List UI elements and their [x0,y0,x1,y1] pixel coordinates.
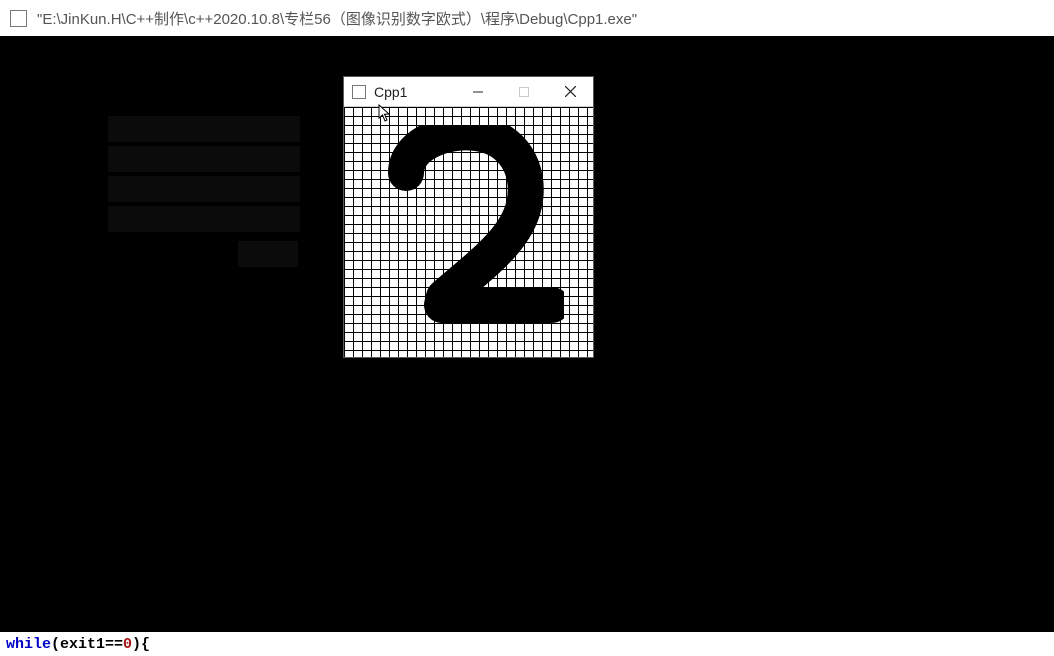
graphics-app-icon [352,85,366,99]
code-fragment: (exit1== [51,636,123,653]
console-client-area: Cpp1 [0,36,1054,632]
source-code-line: while(exit1==0){ [0,632,1054,656]
code-fragment: ){ [132,636,150,653]
code-keyword: while [6,636,51,653]
code-number: 0 [123,636,132,653]
close-button[interactable] [547,77,593,106]
graphics-window-title: Cpp1 [374,84,407,100]
console-app-icon [10,10,27,27]
graphics-window-titlebar[interactable]: Cpp1 [344,77,593,107]
graphics-window[interactable]: Cpp1 [343,76,594,358]
console-trace [108,206,300,232]
console-trace [108,116,300,142]
maximize-button[interactable] [501,77,547,106]
drawing-canvas[interactable] [344,107,593,357]
console-window-title: "E:\JinKun.H\C++制作\c++2020.10.8\专栏56（图像识… [37,8,637,29]
minimize-button[interactable] [455,77,501,106]
handwritten-digit [384,125,564,345]
console-trace [238,241,298,267]
console-window-titlebar[interactable]: "E:\JinKun.H\C++制作\c++2020.10.8\专栏56（图像识… [0,0,1054,36]
console-trace [108,146,300,172]
console-trace [108,176,300,202]
